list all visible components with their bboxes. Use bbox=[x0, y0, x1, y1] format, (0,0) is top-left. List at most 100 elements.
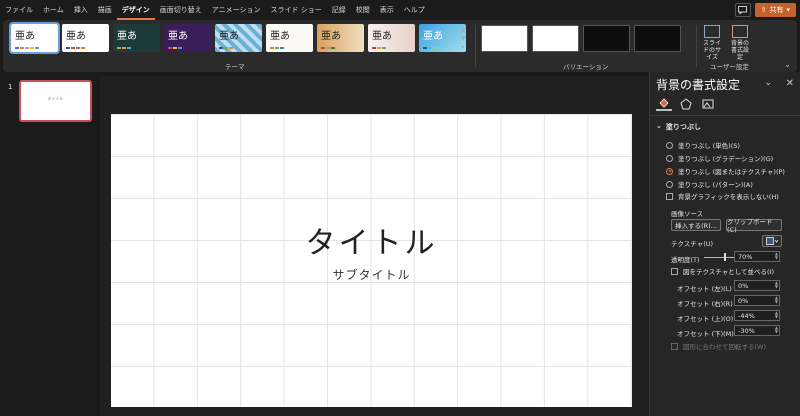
scroll-down-icon[interactable]: ▼ bbox=[461, 35, 466, 42]
scroll-up-icon[interactable]: ▲ bbox=[461, 26, 466, 33]
spin-value: 0% bbox=[738, 296, 749, 305]
checkbox[interactable] bbox=[666, 192, 673, 200]
slide-canvas[interactable]: タイトル サブタイトル bbox=[111, 114, 632, 407]
picture-tab[interactable] bbox=[700, 96, 716, 111]
spin-arrows-icon[interactable]: ▲ ▼ bbox=[775, 252, 778, 260]
variant-gallery bbox=[481, 25, 681, 52]
chevron-down-icon: ▾ bbox=[786, 6, 790, 14]
theme-9[interactable]: 亜あ bbox=[419, 24, 466, 52]
pane-options-icon[interactable]: ⌄ bbox=[764, 78, 772, 88]
radio-selected[interactable] bbox=[666, 167, 673, 175]
theme-sample: 亜あ bbox=[168, 31, 188, 42]
variants-group-label: バリエーション bbox=[563, 63, 609, 71]
tab-transitions[interactable]: 画面切り替え bbox=[155, 0, 207, 20]
slide-size-button[interactable]: スライドのサイズ bbox=[701, 25, 723, 62]
spin-arrows-icon[interactable]: ▲ ▼ bbox=[775, 326, 778, 334]
design-ribbon: 亜あ 亜あ 亜あ 亜あ 亜あ 亜あ 亜あ 亜あ 亜あ ▲ ▼ ▾ テーマ バリエ… bbox=[3, 20, 797, 72]
tab-insert[interactable]: 挿入 bbox=[69, 0, 93, 20]
comments-button[interactable] bbox=[734, 3, 751, 17]
fill-tab[interactable] bbox=[656, 96, 672, 111]
pentagon-icon bbox=[680, 97, 692, 109]
share-button[interactable]: ⇪ 共有 ▾ bbox=[754, 3, 796, 17]
close-icon[interactable]: ✕ bbox=[786, 78, 794, 89]
checkbox-label: 背景グラフィックを表示しない(H) bbox=[678, 193, 779, 201]
spin-arrows-icon[interactable]: ▲ ▼ bbox=[775, 311, 778, 319]
pane-title: 背景の書式設定 bbox=[656, 78, 741, 92]
checkbox-label: 図形に合わせて回転する(W) bbox=[683, 343, 766, 351]
fill-pattern-option[interactable]: 塗りつぶし (パターン)(A) bbox=[666, 179, 753, 189]
tab-home[interactable]: ホーム bbox=[38, 0, 69, 20]
format-background-icon bbox=[732, 25, 748, 38]
tab-design[interactable]: デザイン bbox=[116, 0, 155, 20]
checkbox[interactable] bbox=[671, 267, 678, 275]
fill-solid-option[interactable]: 塗りつぶし (単色)(S) bbox=[666, 140, 740, 150]
texture-icon bbox=[766, 237, 778, 245]
tab-help[interactable]: ヘルプ bbox=[399, 0, 430, 20]
tab-view[interactable]: 表示 bbox=[375, 0, 399, 20]
slider-thumb[interactable] bbox=[724, 253, 726, 261]
offset-top-input[interactable]: -44% ▲ ▼ bbox=[734, 310, 780, 321]
variant-4[interactable] bbox=[634, 25, 681, 52]
format-background-button[interactable]: 背景の書式設定 bbox=[729, 25, 751, 62]
texture-dropdown[interactable] bbox=[762, 235, 782, 247]
fill-section-header[interactable]: ⌄ 塗りつぶし bbox=[656, 122, 701, 132]
offset-left-input[interactable]: 0% ▲ ▼ bbox=[734, 280, 780, 291]
tile-checkbox[interactable]: 図をテクスチャとして並べる(I) bbox=[671, 266, 774, 276]
theme-4[interactable]: 亜あ bbox=[164, 24, 211, 52]
option-label: 塗りつぶし (図またはテクスチャ)(P) bbox=[678, 168, 785, 176]
slide-thumbnail[interactable]: タイトル bbox=[19, 80, 92, 122]
themes-group-label: テーマ bbox=[225, 63, 245, 71]
rotate-with-shape-checkbox[interactable]: 図形に合わせて回転する(W) bbox=[671, 341, 766, 351]
radio[interactable] bbox=[666, 154, 673, 162]
divider bbox=[696, 25, 697, 67]
theme-5[interactable]: 亜あ bbox=[215, 24, 262, 52]
slide-editor: タイトル サブタイトル bbox=[100, 76, 649, 416]
offset-left-label: オフセット (左)(L) bbox=[677, 285, 732, 293]
tab-review[interactable]: 校閲 bbox=[351, 0, 375, 20]
radio[interactable] bbox=[666, 141, 673, 149]
spin-arrows-icon[interactable]: ▲ ▼ bbox=[775, 296, 778, 304]
checkbox-label: 図をテクスチャとして並べる(I) bbox=[683, 268, 775, 276]
fill-picture-option[interactable]: 塗りつぶし (図またはテクスチャ)(P) bbox=[666, 166, 785, 176]
more-icon[interactable]: ▾ bbox=[461, 44, 466, 51]
tab-record[interactable]: 記録 bbox=[327, 0, 351, 20]
tab-file[interactable]: ファイル bbox=[0, 0, 38, 20]
tab-slideshow[interactable]: スライド ショー bbox=[266, 0, 327, 20]
checkbox[interactable] bbox=[671, 342, 678, 350]
variant-3[interactable] bbox=[583, 25, 630, 52]
theme-3[interactable]: 亜あ bbox=[113, 24, 160, 52]
radio[interactable] bbox=[666, 180, 673, 188]
hide-bg-graphics-checkbox[interactable]: 背景グラフィックを表示しない(H) bbox=[666, 191, 779, 201]
spin-value: -44% bbox=[738, 311, 755, 320]
transparency-input[interactable]: 70% ▲ ▼ bbox=[734, 251, 780, 262]
collapse-ribbon-icon[interactable]: ⌄ bbox=[784, 60, 791, 69]
tab-draw[interactable]: 描画 bbox=[93, 0, 117, 20]
offset-bottom-label: オフセット (下)(M) bbox=[677, 330, 734, 338]
divider bbox=[650, 115, 800, 116]
transparency-slider[interactable] bbox=[704, 257, 734, 258]
theme-sample: 亜あ bbox=[15, 31, 35, 42]
slide-title[interactable]: タイトル bbox=[111, 218, 632, 262]
offset-bottom-input[interactable]: -30% ▲ ▼ bbox=[734, 325, 780, 336]
tab-animations[interactable]: アニメーション bbox=[207, 0, 266, 20]
theme-office[interactable]: 亜あ bbox=[9, 22, 60, 54]
theme-2[interactable]: 亜あ bbox=[62, 24, 109, 52]
theme-8[interactable]: 亜あ bbox=[368, 24, 415, 52]
theme-sample: 亜あ bbox=[270, 31, 290, 42]
clipboard-button[interactable]: クリップボード(C) bbox=[726, 218, 782, 234]
variant-2[interactable] bbox=[532, 25, 579, 52]
effects-tab[interactable] bbox=[678, 96, 694, 111]
fill-gradient-option[interactable]: 塗りつぶし (グラデーション)(G) bbox=[666, 153, 773, 163]
theme-scroll: ▲ ▼ ▾ bbox=[461, 26, 466, 51]
variant-1[interactable] bbox=[481, 25, 528, 52]
theme-6[interactable]: 亜あ bbox=[266, 24, 313, 52]
theme-sample: 亜あ bbox=[117, 31, 137, 42]
spin-arrows-icon[interactable]: ▲ ▼ bbox=[775, 281, 778, 289]
transparency-label: 透明度(T) bbox=[671, 256, 700, 264]
slide-number: 1 bbox=[8, 83, 13, 91]
divider bbox=[475, 25, 476, 67]
insert-button[interactable]: 挿入する(R)... bbox=[671, 219, 721, 231]
offset-right-input[interactable]: 0% ▲ ▼ bbox=[734, 295, 780, 306]
slide-subtitle[interactable]: サブタイトル bbox=[111, 266, 632, 283]
theme-7[interactable]: 亜あ bbox=[317, 24, 364, 52]
